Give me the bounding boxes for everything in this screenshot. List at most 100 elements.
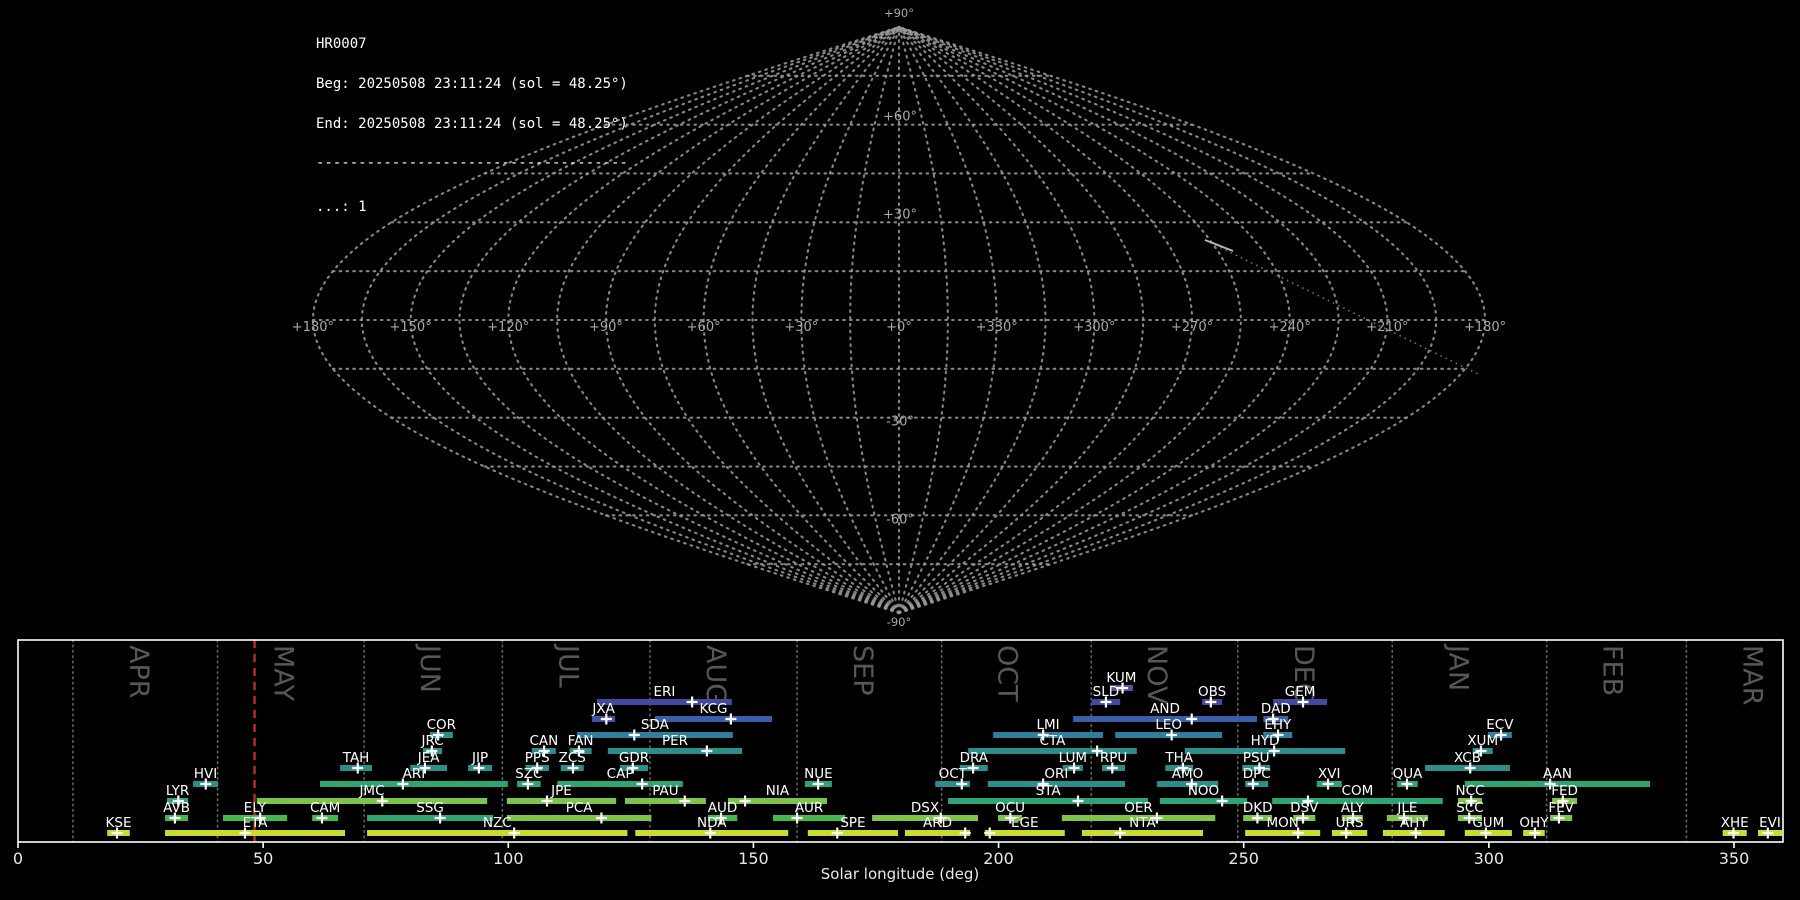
shower-label-AAN: AAN bbox=[1543, 766, 1572, 782]
shower-label-OBS: OBS bbox=[1198, 684, 1226, 700]
longitude-label: +240° bbox=[1269, 320, 1311, 335]
shower-label-XHE: XHE bbox=[1721, 815, 1749, 831]
shower-label-XUM: XUM bbox=[1467, 733, 1498, 749]
x-tick-label: 200 bbox=[983, 849, 1014, 868]
shower-label-FAN: FAN bbox=[568, 733, 594, 749]
event-info-panel: HR0007 Beg: 20250508 23:11:24 (sol = 48.… bbox=[316, 12, 628, 240]
shower-label-DSV: DSV bbox=[1290, 800, 1319, 816]
longitude-label: +300° bbox=[1073, 320, 1115, 335]
shower-label-JEA: JEA bbox=[417, 750, 441, 766]
longitude-label: +270° bbox=[1171, 320, 1213, 335]
shower-label-MON: MON bbox=[1266, 815, 1298, 831]
peak-marker-AND bbox=[1186, 713, 1198, 725]
peak-marker-NIA bbox=[739, 795, 751, 807]
shower-label-JXA: JXA bbox=[591, 701, 615, 717]
month-label: APR bbox=[123, 645, 154, 699]
longitude-label: +120° bbox=[487, 320, 529, 335]
shower-label-ELY: ELY bbox=[244, 800, 267, 816]
month-label: SEP bbox=[847, 645, 878, 695]
month-label: JUN bbox=[414, 643, 445, 693]
latitude-label: -30° bbox=[886, 415, 914, 430]
shower-label-KCG: KCG bbox=[699, 701, 727, 717]
longitude-label: +30° bbox=[784, 320, 818, 335]
shower-label-AND: AND bbox=[1150, 701, 1180, 717]
shower-label-STA: STA bbox=[1036, 783, 1062, 799]
shower-label-PER: PER bbox=[662, 733, 688, 749]
shower-label-DAD: DAD bbox=[1261, 701, 1291, 717]
x-axis-title: Solar longitude (deg) bbox=[821, 865, 979, 883]
meteor-observation-screen: HR0007 Beg: 20250508 23:11:24 (sol = 48.… bbox=[0, 0, 1800, 900]
shower-label-THA: THA bbox=[1164, 750, 1193, 766]
longitude-label: +210° bbox=[1366, 320, 1408, 335]
shower-label-SPE: SPE bbox=[840, 815, 865, 831]
longitude-label: +180° bbox=[1464, 320, 1506, 335]
shower-label-NCC: NCC bbox=[1455, 783, 1484, 799]
month-label: JUL bbox=[552, 643, 583, 688]
event-id: HR0007 bbox=[316, 36, 367, 53]
month-label: FEB bbox=[1597, 645, 1628, 696]
shower-label-JPE: JPE bbox=[550, 783, 572, 799]
longitude-label: +90° bbox=[589, 320, 623, 335]
longitude-label: +0° bbox=[886, 320, 912, 335]
x-tick-label: 150 bbox=[738, 849, 769, 868]
shower-label-COM: COM bbox=[1342, 783, 1374, 799]
shower-label-NZC: NZC bbox=[483, 815, 512, 831]
shower-label-AUD: AUD bbox=[708, 800, 738, 816]
event-count: ...: 1 bbox=[316, 198, 367, 215]
month-label: MAR bbox=[1736, 645, 1767, 706]
shower-label-XVI: XVI bbox=[1318, 766, 1340, 782]
x-tick-label: 350 bbox=[1719, 849, 1750, 868]
shower-label-AUR: AUR bbox=[795, 800, 824, 816]
shower-label-ERI: ERI bbox=[653, 684, 675, 700]
longitude-label: +60° bbox=[687, 320, 721, 335]
x-tick-label: 300 bbox=[1474, 849, 1505, 868]
shower-label-RPU: RPU bbox=[1100, 750, 1127, 766]
latitude-label: +60° bbox=[883, 110, 917, 125]
meteor-trail bbox=[1204, 239, 1234, 252]
peak-marker-PCA bbox=[595, 812, 607, 824]
x-tick-label: 0 bbox=[13, 849, 23, 868]
longitude-label: +180° bbox=[292, 320, 334, 335]
peak-marker-ERI bbox=[686, 696, 698, 708]
shower-label-PSU: PSU bbox=[1243, 750, 1270, 766]
shower-label-FED: FED bbox=[1551, 783, 1578, 799]
shower-label-OER: OER bbox=[1124, 800, 1153, 816]
shower-label-GEM: GEM bbox=[1285, 684, 1316, 700]
plot-canvas: +90° -90° +60° +30° -30° -60° +180° +150° +120° +… bbox=[13, 6, 1784, 883]
shower-label-EVI: EVI bbox=[1759, 815, 1781, 831]
shower-label-FEV: FEV bbox=[1548, 800, 1574, 816]
shower-label-XCB: XCB bbox=[1454, 750, 1481, 766]
shower-label-LEO: LEO bbox=[1155, 717, 1182, 733]
month-label: OCT bbox=[992, 645, 1023, 702]
peak-marker-PAU bbox=[679, 795, 691, 807]
shower-label-ORI: ORI bbox=[1044, 766, 1068, 782]
activity-timeline: APR MAY JUN JUL AUG SEP OCT NOV DEC JAN FEB MARKUME… bbox=[13, 639, 1784, 868]
shower-label-DSX: DSX bbox=[911, 800, 939, 816]
longitude-label: +150° bbox=[389, 320, 431, 335]
pole-label-north: +90° bbox=[884, 6, 914, 20]
x-tick-label: 100 bbox=[493, 849, 524, 868]
shower-label-PCA: PCA bbox=[566, 800, 594, 816]
shower-label-PAU: PAU bbox=[652, 783, 678, 799]
x-tick-label: 50 bbox=[253, 849, 273, 868]
peak-marker-CAP bbox=[636, 778, 648, 790]
event-end: End: 20250508 23:11:24 (sol = 48.25°) bbox=[316, 115, 628, 132]
shower-label-GDR: GDR bbox=[619, 750, 649, 766]
month-label: AUG bbox=[700, 645, 731, 704]
event-begin: Beg: 20250508 23:11:24 (sol = 48.25°) bbox=[316, 76, 628, 93]
peak-marker-NTA bbox=[1114, 827, 1126, 839]
shower-label-AVB: AVB bbox=[163, 800, 190, 816]
peak-marker-SDA bbox=[628, 729, 640, 741]
shower-label-CAM: CAM bbox=[310, 800, 340, 816]
shower-label-LMI: LMI bbox=[1037, 717, 1060, 733]
shower-label-JLE: JLE bbox=[1396, 800, 1417, 816]
shower-label-TAH: TAH bbox=[342, 750, 370, 766]
latitude-label: -60° bbox=[886, 512, 914, 527]
shower-label-COR: COR bbox=[427, 717, 456, 733]
month-label: JAN bbox=[1442, 643, 1473, 691]
x-tick-label: 250 bbox=[1228, 849, 1259, 868]
month-label: MAY bbox=[268, 645, 299, 702]
shower-label-GUM: GUM bbox=[1472, 815, 1504, 831]
pole-label-south: -90° bbox=[887, 615, 912, 629]
peak-marker-ARD bbox=[959, 827, 971, 839]
